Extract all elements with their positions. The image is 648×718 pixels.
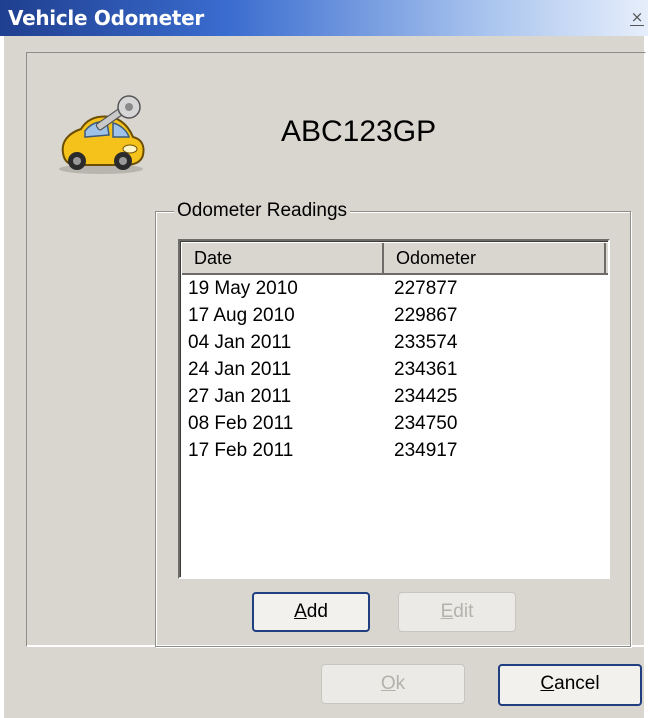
ok-mnemonic: O [380,673,396,694]
list-header: Date Odometer [182,243,608,275]
cancel-label: ancel [554,673,600,694]
reading-odometer: 234361 [394,359,458,380]
list-item[interactable]: 04 Jan 2011 233574 [180,329,604,356]
ok-label: k [395,673,406,694]
dialog-body: ABC123GP Odometer Readings Date Odometer… [4,36,646,718]
add-button[interactable]: Add [252,592,370,632]
car-key-icon [59,95,145,174]
window-title: Vehicle Odometer [8,6,204,30]
content-panel: ABC123GP Odometer Readings Date Odometer… [26,52,646,647]
list-item[interactable]: 17 Aug 2010 229867 [180,302,604,329]
reading-date: 08 Feb 2011 [188,413,294,434]
list-item[interactable]: 17 Feb 2011 234917 [180,437,604,464]
reading-odometer: 233574 [394,332,458,353]
reading-odometer: 234425 [394,386,458,407]
list-item[interactable]: 08 Feb 2011 234750 [180,410,604,437]
edit-label: dit [453,601,474,622]
reading-date: 27 Jan 2011 [188,386,292,407]
cancel-button[interactable]: Cancel [498,664,642,706]
reading-date: 17 Feb 2011 [188,440,294,461]
reading-odometer: 234917 [394,440,458,461]
ok-button[interactable]: Ok [321,664,465,704]
reading-odometer: 227877 [394,278,458,299]
close-icon[interactable]: × [630,9,644,26]
readings-list[interactable]: Date Odometer 19 May 2010 227877 17 Aug … [178,239,610,579]
add-label: dd [306,601,328,622]
reading-date: 19 May 2010 [188,278,298,299]
edit-button[interactable]: Edit [398,592,516,632]
add-mnemonic: A [294,601,307,622]
list-rows: 19 May 2010 227877 17 Aug 2010 229867 04… [180,275,604,464]
column-header-odometer[interactable]: Odometer [384,243,606,273]
title-bar[interactable]: Vehicle Odometer × [0,0,648,36]
column-header-date[interactable]: Date [182,243,384,273]
reading-odometer: 234750 [394,413,458,434]
list-item[interactable]: 19 May 2010 227877 [180,275,604,302]
reading-date: 04 Jan 2011 [188,332,292,353]
odometer-readings-group: Odometer Readings Date Odometer 19 May 2… [155,200,631,647]
reading-date: 17 Aug 2010 [188,305,295,326]
vehicle-registration: ABC123GP [281,115,437,148]
edit-mnemonic: E [440,601,454,622]
reading-date: 24 Jan 2011 [188,359,292,380]
group-label: Odometer Readings [174,200,351,222]
list-item[interactable]: 27 Jan 2011 234425 [180,383,604,410]
reading-odometer: 229867 [394,305,458,326]
list-item[interactable]: 24 Jan 2011 234361 [180,356,604,383]
cancel-mnemonic: C [540,673,555,694]
